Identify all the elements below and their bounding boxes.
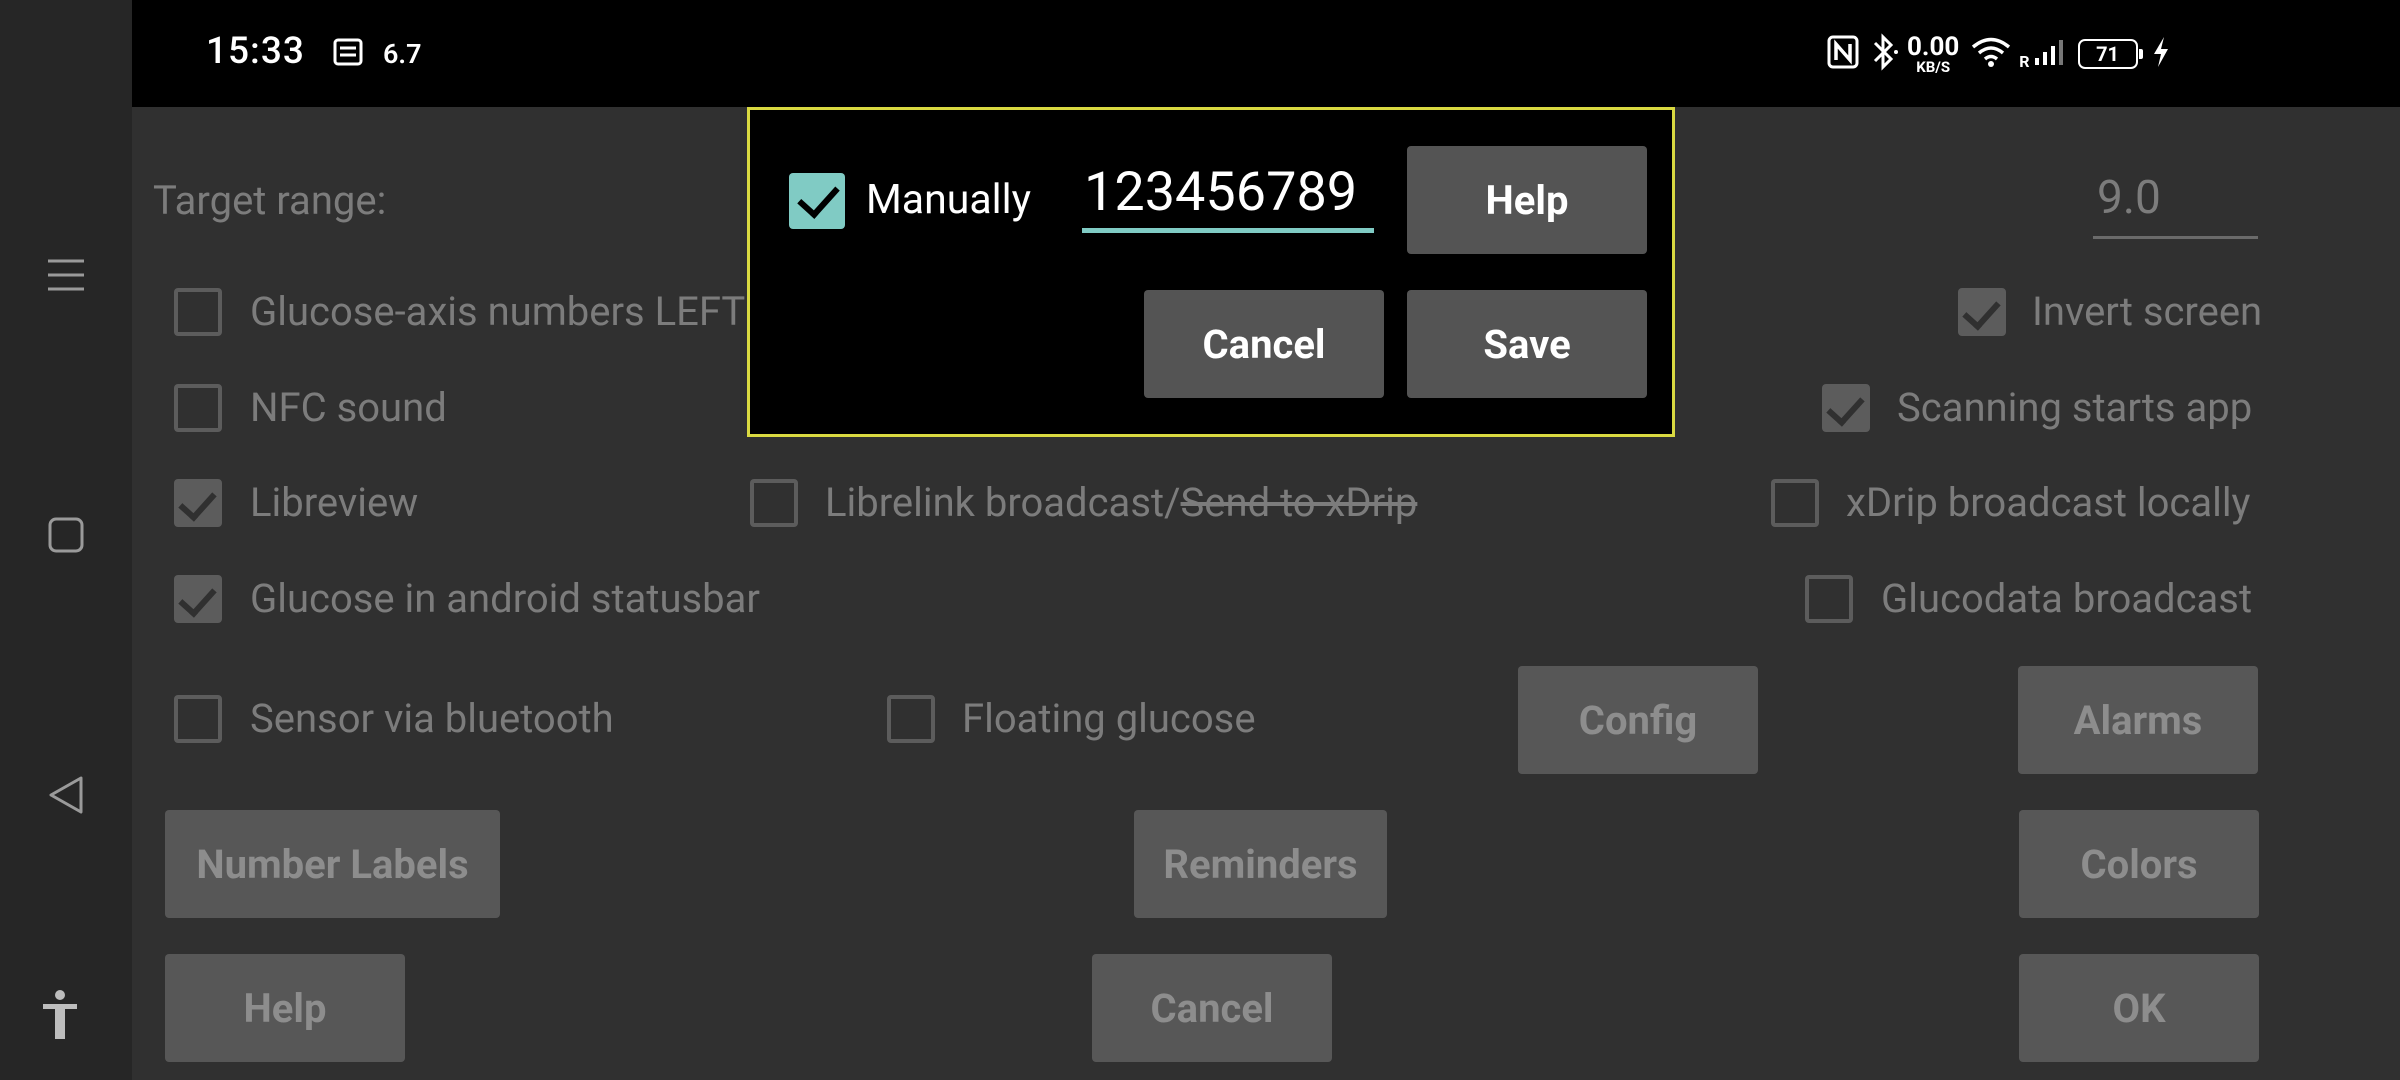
glucose-statusbar-checkbox[interactable] (174, 575, 222, 623)
glucose-axis-left-checkbox[interactable] (174, 288, 222, 336)
floating-glucose-label: Floating glucose (962, 695, 1256, 742)
menu-icon[interactable] (0, 250, 132, 300)
glucodata-broadcast-label: Glucodata broadcast (1881, 575, 2253, 622)
libreview-label: Libreview (250, 479, 419, 526)
send-to-xdrip-strike-label: Send to xDrip (1180, 479, 1418, 526)
sensor-bluetooth-checkbox[interactable] (174, 695, 222, 743)
floating-glucose-checkbox[interactable] (887, 695, 935, 743)
home-icon[interactable] (0, 510, 132, 560)
glucodata-broadcast-checkbox[interactable] (1805, 575, 1853, 623)
cell-signal-icon (2034, 38, 2064, 70)
glucose-statusbar-label: Glucose in android statusbar (250, 575, 760, 622)
target-range-label: Target range: (153, 177, 387, 224)
nfc-icon (1827, 35, 1859, 73)
librelink-broadcast-checkbox[interactable] (750, 479, 798, 527)
target-range-high-input[interactable]: 9.0 (2093, 171, 2258, 239)
reminders-button[interactable]: Reminders (1134, 810, 1387, 918)
invert-screen-checkbox[interactable] (1958, 288, 2006, 336)
xdrip-broadcast-label: xDrip broadcast locally (1846, 479, 2251, 526)
bluetooth-icon (1869, 33, 1899, 75)
signal-value: 6.7 (383, 38, 422, 70)
manual-value-input[interactable]: 123456789 (1082, 160, 1374, 233)
accessibility-icon[interactable] (0, 985, 126, 1045)
battery-icon: 71 (2077, 39, 2143, 69)
manual-entry-dialog: Manually 123456789 Help Cancel Save (747, 107, 1675, 437)
ok-button[interactable]: OK (2019, 954, 2259, 1062)
sensor-bluetooth-label: Sensor via bluetooth (250, 695, 614, 742)
roaming-indicator: R (2019, 51, 2030, 71)
nfc-sound-checkbox[interactable] (174, 384, 222, 432)
manually-checkbox[interactable] (789, 173, 845, 229)
scanning-starts-app-checkbox[interactable] (1822, 384, 1870, 432)
dialog-cancel-button[interactable]: Cancel (1144, 290, 1384, 398)
config-button[interactable]: Config (1518, 666, 1758, 774)
system-navigation-bar (0, 0, 132, 1080)
cancel-button[interactable]: Cancel (1092, 954, 1332, 1062)
dialog-save-button[interactable]: Save (1407, 290, 1647, 398)
glucose-axis-left-label: Glucose-axis numbers LEFT (250, 288, 746, 335)
wifi-icon (1971, 36, 2011, 72)
help-button[interactable]: Help (165, 954, 405, 1062)
number-labels-button[interactable]: Number Labels (165, 810, 500, 918)
network-speed: 0.00 KB/S (1907, 31, 1960, 76)
dialog-help-button[interactable]: Help (1407, 146, 1647, 254)
scanning-starts-app-label: Scanning starts app (1897, 384, 2253, 431)
libreview-checkbox[interactable] (174, 479, 222, 527)
manually-label: Manually (866, 176, 1031, 224)
nfc-sound-label: NFC sound (250, 384, 447, 431)
librelink-broadcast-label: Librelink broadcast/Send to xDrip (825, 479, 1418, 526)
invert-screen-label: Invert screen (2032, 288, 2263, 335)
clock: 15:33 (206, 30, 305, 73)
charging-icon (2152, 36, 2170, 72)
back-icon[interactable] (0, 770, 132, 820)
xdrip-broadcast-checkbox[interactable] (1771, 479, 1819, 527)
colors-button[interactable]: Colors (2019, 810, 2259, 918)
status-bar: 15:33 6.7 0.00 KB/S R 71 (132, 0, 2400, 107)
alarms-button[interactable]: Alarms (2018, 666, 2258, 774)
notification-icon (333, 37, 363, 71)
